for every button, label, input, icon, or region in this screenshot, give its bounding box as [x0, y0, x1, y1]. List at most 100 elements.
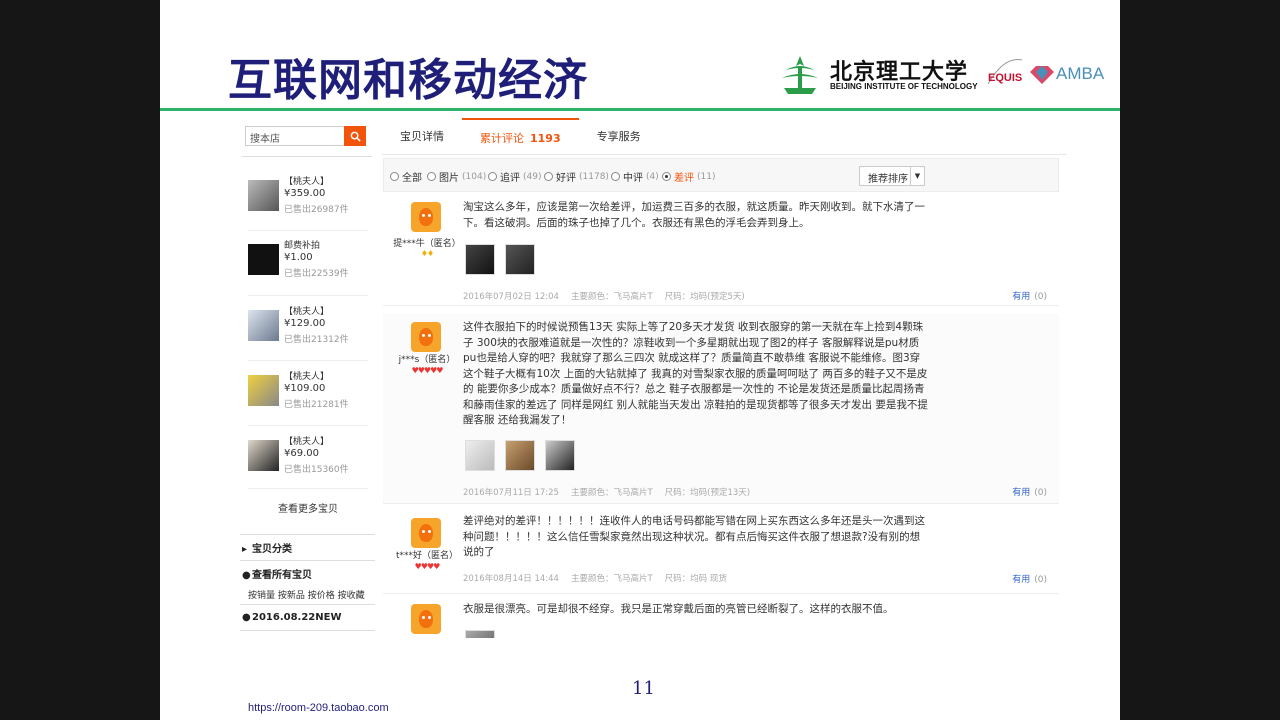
product-thumbnail[interactable] [248, 310, 279, 341]
divider [248, 488, 368, 489]
product-name[interactable]: 【桃夫人】 [284, 369, 329, 382]
divider [248, 425, 368, 426]
view-more-products-link[interactable]: 查看更多宝贝 [248, 500, 368, 515]
divider [248, 295, 368, 296]
review-text: 这件衣服拍下的时候说预售13天 实际上等了20多天才发货 收到衣服穿的第一天就在… [463, 321, 928, 426]
user-avatar [411, 322, 441, 352]
sidebar-product[interactable]: 【桃夫人】 ¥359.00 已售出26987件 [248, 172, 373, 232]
radio-icon [611, 172, 620, 181]
bullet-icon: ● [242, 612, 251, 623]
review-filter-bar: 全部 图片 (104) 追评 (49) 好评 (1178) 中评 (4) 差评 (11) … [383, 158, 1059, 192]
sidebar-product[interactable]: 【桃夫人】 ¥69.00 已售出15360件 [248, 432, 373, 492]
product-name[interactable]: 【桃夫人】 [284, 174, 329, 187]
radio-icon [488, 172, 497, 181]
review-photo[interactable] [505, 440, 535, 471]
reviewer-name: t***好（匿名） [395, 551, 459, 561]
product-thumbnail[interactable] [248, 440, 279, 471]
source-url[interactable]: https://room-209.taobao.com [248, 702, 389, 714]
review-text: 淘宝这么多年，应该是第一次给差评，加运费三百多的衣服，就这质量。昨天刚收到。就下… [463, 201, 925, 229]
product-name[interactable]: 邮费补拍 [284, 238, 320, 251]
search-icon [350, 131, 361, 142]
radio-icon [390, 172, 399, 181]
sidebar-product[interactable]: 邮费补拍 ¥1.00 已售出22539件 [248, 236, 373, 296]
review-meta: 2016年07月02日 12:04 主要颜色：飞马高片T 尺码：均码(预定5天) [463, 292, 745, 302]
review-item: 提***牛（匿名） ♦♦ 淘宝这么多年，应该是第一次给差评，加运费三百多的衣服，… [383, 194, 1059, 306]
filter-follow-up[interactable]: 追评 (49) [488, 169, 541, 184]
product-thumbnail[interactable] [248, 375, 279, 406]
reviewer-level-badge: ♥♥♥♥♥ [411, 366, 444, 375]
divider [240, 534, 375, 535]
tab-reviews[interactable]: 累计评论 1193 [462, 118, 579, 154]
radio-icon [427, 172, 436, 181]
amba-label: AMBA [1056, 64, 1105, 83]
review-photo[interactable] [465, 244, 495, 275]
product-sold: 已售出21281件 [284, 400, 349, 410]
logo-area: 北京理工大学 BEIJING INSTITUTE OF TECHNOLOGY E… [778, 50, 1108, 98]
dropdown-caret-icon: ▼ [910, 167, 924, 185]
review-text: 衣服是很漂亮。可是却很不经穿。我只是正常穿戴后面的亮管已经断裂了。这样的衣服不值… [463, 603, 894, 615]
product-name[interactable]: 【桃夫人】 [284, 304, 329, 317]
title-divider [160, 108, 1120, 111]
taobao-shop-screenshot: 搜本店 宝贝详情 累计评论 1193 专享服务 【桃夫人】 ¥359.00 已售出… [230, 118, 1070, 638]
review-item: t***好（匿名） ♥♥♥♥ 差评绝对的差评！！！！！！连收件人的电话号码都能写… [383, 510, 1059, 594]
sidebar-product[interactable]: 【桃夫人】 ¥129.00 已售出21312件 [248, 302, 373, 362]
filter-negative[interactable]: 差评 (11) [662, 169, 715, 184]
category-heading[interactable]: ▸ 宝贝分类 [242, 540, 292, 555]
product-sold: 已售出15360件 [284, 465, 349, 475]
product-sold: 已售出22539件 [284, 269, 349, 279]
review-photo[interactable] [505, 244, 535, 275]
shop-search-input[interactable]: 搜本店 [245, 126, 345, 146]
product-price: ¥109.00 [284, 383, 326, 394]
tab-services[interactable]: 专享服务 [579, 118, 659, 154]
review-photo[interactable] [465, 630, 495, 638]
filter-neutral[interactable]: 中评 (4) [611, 169, 659, 184]
view-all-products-link[interactable]: ●查看所有宝贝 [242, 566, 312, 581]
sort-links[interactable]: 按销量 按新品 按价格 按收藏 [248, 588, 365, 601]
product-tabs: 宝贝详情 累计评论 1193 专享服务 [382, 118, 659, 154]
filter-pictures[interactable]: 图片 (104) [427, 169, 486, 184]
sidebar-top-border [242, 156, 372, 162]
helpful-button[interactable]: 有用 (0) [1012, 572, 1047, 585]
review-meta: 2016年07月11日 17:25 主要颜色：飞马高片T 尺码：均码(预定13天) [463, 488, 751, 498]
review-item: j***s（匿名） ♥♥♥♥♥ 这件衣服拍下的时候说预售13天 实际上等了20多… [383, 314, 1059, 504]
filter-positive[interactable]: 好评 (1178) [544, 169, 609, 184]
equis-label: EQUIS [988, 72, 1023, 84]
divider [248, 360, 368, 361]
sort-dropdown[interactable]: 推荐排序 ▼ [859, 166, 925, 186]
logo-english-name: BEIJING INSTITUTE OF TECHNOLOGY [830, 82, 978, 91]
review-meta: 2016年08月14日 14:44 主要颜色：飞马高片T 尺码：均码 现货 [463, 574, 727, 584]
review-photo[interactable] [465, 440, 495, 471]
search-button[interactable] [344, 126, 366, 146]
user-avatar [411, 604, 441, 634]
sidebar-product[interactable]: 【桃夫人】 ¥109.00 已售出21281件 [248, 367, 373, 427]
divider [240, 604, 375, 605]
filter-all[interactable]: 全部 [390, 169, 422, 184]
product-sold: 已售出21312件 [284, 335, 349, 345]
helpful-button[interactable]: 有用 (0) [1012, 485, 1047, 498]
page-number: 11 [632, 678, 655, 699]
helpful-button[interactable]: 有用 (0) [1012, 289, 1047, 302]
product-price: ¥69.00 [284, 448, 319, 459]
radio-selected-icon [662, 172, 671, 181]
divider [240, 630, 375, 631]
review-photos [465, 244, 535, 275]
product-thumbnail[interactable] [248, 180, 279, 211]
review-photo[interactable] [545, 440, 575, 471]
product-price: ¥1.00 [284, 252, 313, 263]
bit-emblem-icon [782, 56, 818, 94]
divider [240, 560, 375, 561]
user-avatar [411, 518, 441, 548]
tab-details[interactable]: 宝贝详情 [382, 118, 462, 154]
bullet-icon: ● [242, 570, 251, 581]
product-name[interactable]: 【桃夫人】 [284, 434, 329, 447]
radio-icon [544, 172, 553, 181]
product-thumbnail[interactable] [248, 244, 279, 275]
reviewer-level-badge: ♥♥♥♥ [414, 562, 441, 571]
review-photos [465, 440, 575, 471]
divider [248, 230, 368, 231]
reviewer-name: j***s（匿名） [398, 355, 456, 365]
category-date-link[interactable]: ●2016.08.22NEW [242, 612, 342, 623]
review-text: 差评绝对的差评！！！！！！连收件人的电话号码都能写错在网上买东西这么多年还是头一… [463, 515, 925, 558]
review-item: 衣服是很漂亮。可是却很不经穿。我只是正常穿戴后面的亮管已经断裂了。这样的衣服不值… [383, 596, 1059, 638]
amba-logo-icon [1030, 66, 1054, 84]
